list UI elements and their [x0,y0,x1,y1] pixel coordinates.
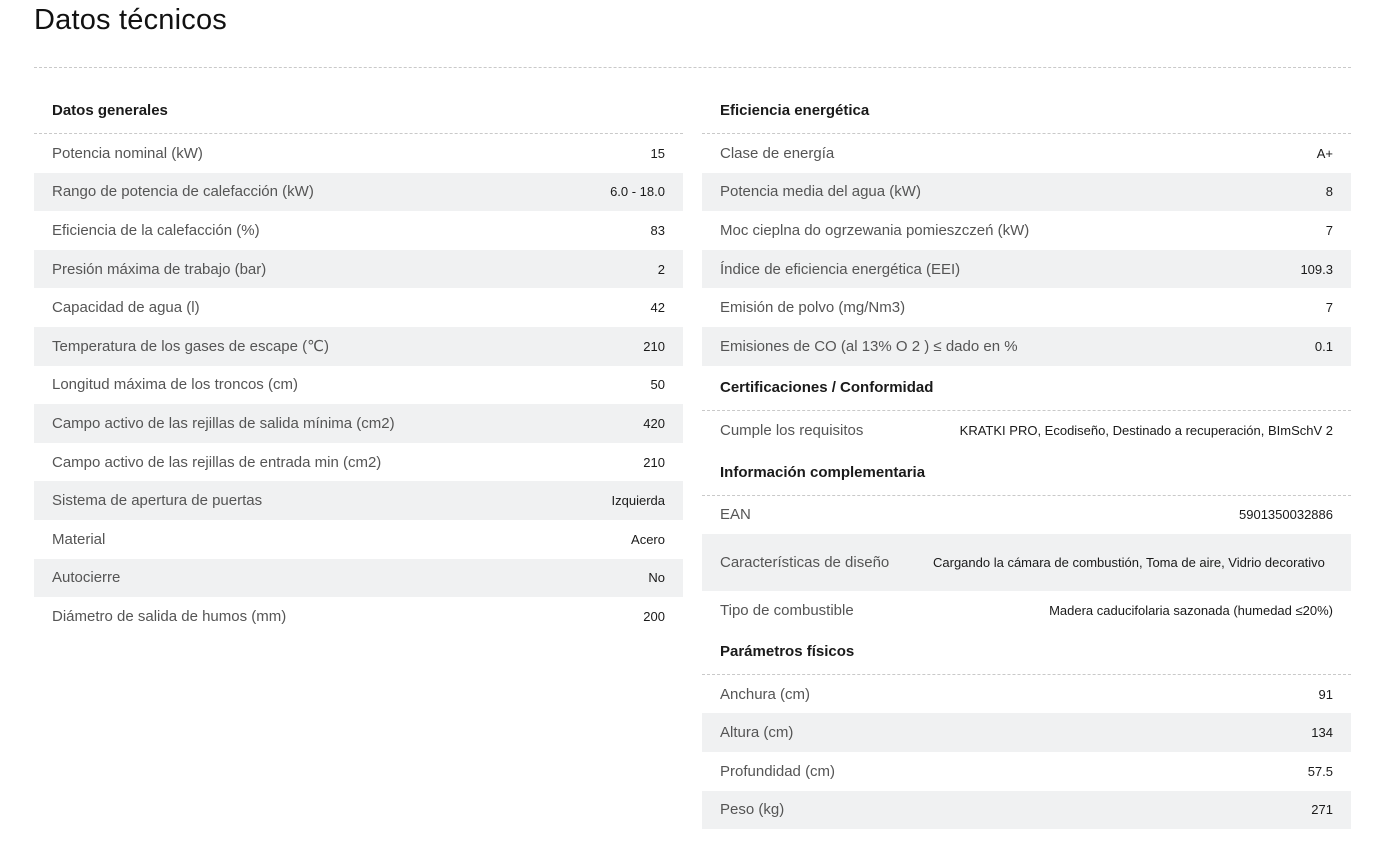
spec-label: Longitud máxima de los troncos (cm) [52,376,298,394]
spec-row: Campo activo de las rejillas de salida m… [34,404,683,443]
spec-label: Emisiones de CO (al 13% O 2 ) ≤ dado en … [720,337,1018,355]
spec-row: Potencia nominal (kW) 15 [34,134,683,173]
section-title-parametros-fisicos: Parámetros físicos [702,630,1351,675]
spec-value: 109.3 [1300,261,1333,277]
spec-label: Eficiencia de la calefacción (%) [52,221,260,239]
spec-value: 200 [643,608,665,624]
spec-row: Índice de eficiencia energética (EEI) 109… [702,249,1351,289]
spec-value: 420 [643,415,665,431]
spec-value: 210 [643,454,665,470]
spec-row: Diámetro de salida de humos (mm) 200 [34,597,683,636]
spec-label: Potencia nominal (kW) [52,144,203,162]
spec-value: Acero [631,531,665,547]
spec-label: Sistema de apertura de puertas [52,492,263,510]
spec-row: Tipo de combustible Madera caducifolaria … [702,591,1351,630]
spec-label: Presión máxima de trabajo (bar) [52,260,267,278]
spec-value: 50 [650,377,665,393]
spec-label: Moc cieplna do ogrzewania pomieszczeń (k… [720,221,1030,239]
spec-value: Izquierda [611,493,665,509]
spec-row: Presión máxima de trabajo (bar) 2 [34,249,683,289]
spec-label: Campo activo de las rejillas de entrada … [52,453,382,471]
spec-value: No [648,570,665,586]
spec-row: Peso (kg) 271 [702,790,1351,830]
spec-value: 57.5 [1307,763,1333,779]
spec-row: Eficiencia de la calefacción (%) 83 [34,211,683,250]
spec-label: Rango de potencia de calefacción (kW) [52,183,314,201]
left-column: Datos generales Potencia nominal (kW) 15 … [34,88,683,636]
right-column: Eficiencia energética Clase de energía A+… [702,88,1351,830]
spec-row: Temperatura de los gases de escape (℃) 21… [34,326,683,366]
spec-label: Clase de energía [720,144,835,162]
spec-label: Cumple los requisitos [720,422,864,440]
spec-value: 5901350032886 [1239,507,1333,523]
spec-value: 8 [1325,184,1333,200]
spec-value: KRATKI PRO, Ecodiseño, Destinado a recup… [959,423,1333,439]
spec-label: Emisión de polvo (mg/Nm3) [720,299,906,317]
spec-label: Potencia media del agua (kW) [720,183,921,201]
spec-label: Índice de eficiencia energética (EEI) [720,260,961,278]
spec-label: Autocierre [52,569,121,587]
spec-value: 0.1 [1314,338,1333,354]
spec-label: Peso (kg) [720,801,785,819]
spec-value: 210 [643,338,665,354]
spec-row: Profundidad (cm) 57.5 [702,752,1351,791]
spec-value: A+ [1316,145,1333,161]
spec-value: 6.0 - 18.0 [610,184,665,200]
page-title: Datos técnicos [34,4,227,36]
spec-row: Características de diseño Cargando la cám… [702,534,1351,592]
spec-label: EAN [720,506,751,524]
spec-label: Material [52,530,106,548]
spec-row: Autocierre No [34,558,683,598]
section-title-datos-generales: Datos generales [34,88,683,134]
spec-row: Material Acero [34,520,683,559]
spec-value: Cargando la cámara de combustión, Toma d… [933,554,1325,570]
spec-label: Profundidad (cm) [720,762,836,780]
spec-row: Capacidad de agua (l) 42 [34,288,683,327]
spec-label: Temperatura de los gases de escape (℃) [52,338,329,356]
spec-row: Rango de potencia de calefacción (kW) 6.0… [34,172,683,212]
spec-value: 7 [1325,300,1333,316]
spec-label: Anchura (cm) [720,685,811,703]
spec-label: Diámetro de salida de humos (mm) [52,607,287,625]
spec-row: Cumple los requisitos KRATKI PRO, Ecodise… [702,411,1351,451]
title-divider [34,67,1351,68]
spec-value: 42 [650,300,665,316]
spec-value: 15 [650,145,665,161]
section-title-eficiencia-energetica: Eficiencia energética [702,88,1351,134]
spec-value: 271 [1311,802,1333,818]
spec-label: Capacidad de agua (l) [52,299,200,317]
spec-row: EAN 5901350032886 [702,496,1351,535]
spec-row: Longitud máxima de los troncos (cm) 50 [34,366,683,405]
spec-label: Altura (cm) [720,724,794,742]
spec-value: 91 [1318,686,1333,702]
spec-value: 83 [650,222,665,238]
spec-row: Altura (cm) 134 [702,713,1351,752]
spec-value: 134 [1311,725,1333,741]
spec-row: Anchura (cm) 91 [702,675,1351,714]
spec-row: Emisión de polvo (mg/Nm3) 7 [702,288,1351,327]
spec-value: 7 [1325,222,1333,238]
spec-row: Potencia media del agua (kW) 8 [702,172,1351,212]
spec-row: Clase de energía A+ [702,134,1351,173]
spec-row: Emisiones de CO (al 13% O 2 ) ≤ dado en … [702,326,1351,366]
spec-label: Características de diseño [720,553,890,571]
spec-value: Madera caducifolaria sazonada (humedad ≤… [1049,602,1333,618]
section-title-informacion-complementaria: Información complementaria [702,451,1351,496]
spec-row: Moc cieplna do ogrzewania pomieszczeń (k… [702,211,1351,250]
spec-label: Campo activo de las rejillas de salida m… [52,414,395,432]
spec-label: Tipo de combustible [720,601,854,619]
spec-row: Campo activo de las rejillas de entrada … [34,443,683,482]
section-title-certificaciones: Certificaciones / Conformidad [702,366,1351,411]
spec-row: Sistema de apertura de puertas Izquierda [34,481,683,520]
spec-value: 2 [657,261,665,277]
